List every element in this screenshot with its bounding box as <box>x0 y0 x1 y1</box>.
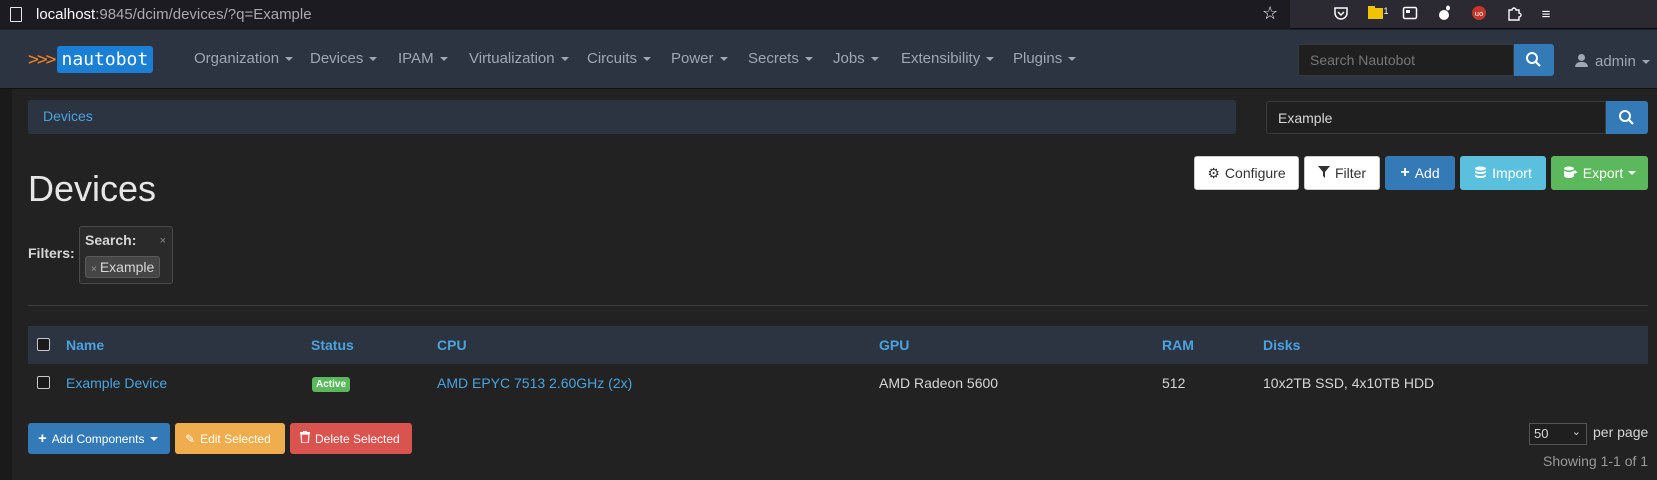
pencil-icon: ✎ <box>185 431 196 446</box>
filters-label: Filters: <box>28 245 75 261</box>
filter-button[interactable]: Filter <box>1304 156 1380 190</box>
database-export-icon <box>1563 165 1578 181</box>
page-title: Devices <box>28 168 157 209</box>
brand-chevrons: >>> <box>28 49 56 70</box>
bookmark-star-icon[interactable]: ☆ <box>1262 3 1278 24</box>
search-icon <box>1526 52 1541 67</box>
gnome-extension-icon[interactable] <box>1435 5 1455 25</box>
status-badge: Active <box>312 377 351 392</box>
nav-virtualization[interactable]: Virtualization <box>469 50 569 67</box>
caret-down-icon <box>1628 171 1637 175</box>
filter-group-title: Search: <box>85 232 137 248</box>
caret-down-icon <box>986 57 995 62</box>
per-page-label: per page <box>1593 424 1649 440</box>
nav-secrets[interactable]: Secrets <box>748 50 813 67</box>
nav-extensibility[interactable]: Extensibility <box>901 50 995 67</box>
select-all-checkbox[interactable] <box>37 338 50 351</box>
disks-cell: 10x2TB SSD, 4x10TB HDD <box>1263 375 1435 391</box>
trash-icon <box>300 431 310 446</box>
svg-text:uo: uo <box>1475 10 1484 18</box>
page-icon <box>10 7 22 22</box>
extension-badge: 1 <box>1383 6 1389 16</box>
import-button[interactable]: Import <box>1460 156 1546 190</box>
extensions-puzzle-icon[interactable] <box>1504 5 1524 25</box>
nav-jobs[interactable]: Jobs <box>833 50 879 67</box>
divider <box>28 305 1648 306</box>
add-button[interactable]: + Add <box>1385 156 1455 190</box>
database-import-icon <box>1474 165 1487 181</box>
global-search-button[interactable] <box>1514 44 1554 76</box>
brand-name: nautobot <box>56 46 154 73</box>
caret-down-icon <box>804 57 813 62</box>
plus-icon: + <box>38 430 47 447</box>
device-search-button[interactable] <box>1606 101 1648 134</box>
column-header-cpu[interactable]: CPU <box>437 337 467 353</box>
search-icon <box>1619 110 1634 125</box>
column-header-gpu[interactable]: GPU <box>879 337 909 353</box>
caret-down-icon <box>369 57 378 62</box>
export-button[interactable]: Export <box>1551 156 1648 190</box>
delete-selected-button[interactable]: Delete Selected <box>290 423 412 454</box>
column-header-ram[interactable]: RAM <box>1162 337 1194 353</box>
nav-circuits[interactable]: Circuits <box>587 50 652 67</box>
browser-toolbar: localhost:9845/dcim/devices/?q=Example ☆… <box>0 0 1657 29</box>
nav-ipam[interactable]: IPAM <box>398 50 448 67</box>
filter-icon <box>1317 165 1330 181</box>
filter-chip[interactable]: × Example <box>85 256 161 278</box>
breadcrumb-devices-link[interactable]: Devices <box>43 108 93 124</box>
device-name-link[interactable]: Example Device <box>66 375 167 391</box>
app-menu-icon[interactable]: ≡ <box>1536 5 1556 25</box>
nav-devices[interactable]: Devices <box>310 50 378 67</box>
add-components-button[interactable]: + Add Components <box>28 423 170 454</box>
caret-down-icon <box>719 57 728 62</box>
column-header-status[interactable]: Status <box>311 337 354 353</box>
caret-down-icon <box>285 57 294 62</box>
caret-down-icon <box>1068 57 1077 62</box>
remove-filter-group-icon[interactable]: × <box>160 235 166 247</box>
column-header-disks[interactable]: Disks <box>1263 337 1300 353</box>
chevron-down-icon: ⌄ <box>1571 426 1581 438</box>
user-icon <box>1575 54 1588 67</box>
caret-down-icon <box>643 57 652 62</box>
user-menu[interactable]: admin <box>1575 53 1650 70</box>
url-text[interactable]: localhost:9845/dcim/devices/?q=Example <box>36 6 312 23</box>
gpu-cell: AMD Radeon 5600 <box>879 375 999 391</box>
ram-cell: 512 <box>1162 375 1186 391</box>
gear-icon: ⚙ <box>1207 164 1220 181</box>
plus-icon: + <box>1400 164 1410 181</box>
remove-chip-icon[interactable]: × <box>91 264 97 275</box>
nav-plugins[interactable]: Plugins <box>1013 50 1077 67</box>
per-page-select[interactable]: 50 ⌄ <box>1529 423 1587 445</box>
caret-down-icon <box>439 57 448 62</box>
caret-down-icon <box>149 436 158 441</box>
breadcrumb: Devices <box>28 100 1236 134</box>
column-header-name[interactable]: Name <box>66 337 104 353</box>
container-tab-icon[interactable] <box>1400 5 1420 25</box>
cpu-link[interactable]: AMD EPYC 7513 2.60GHz (2x) <box>437 375 632 391</box>
pagination-summary: Showing 1-1 of 1 <box>1543 453 1649 469</box>
filter-group: Search: × × Example <box>79 226 173 284</box>
address-bar[interactable]: localhost:9845/dcim/devices/?q=Example ☆ <box>0 0 1290 29</box>
configure-button[interactable]: ⚙ Configure <box>1194 156 1299 190</box>
caret-down-icon <box>560 57 569 62</box>
brand-logo[interactable]: >>> nautobot <box>28 46 154 73</box>
device-search-input[interactable]: Example <box>1266 101 1606 134</box>
global-search-input[interactable]: Search Nautobot <box>1298 44 1514 76</box>
ublock-origin-icon[interactable]: uo <box>1469 5 1489 25</box>
row-select-checkbox[interactable] <box>37 376 50 389</box>
nav-organization[interactable]: Organization <box>194 50 294 67</box>
pocket-icon[interactable] <box>1331 5 1351 25</box>
table-header: Name Status CPU GPU RAM Disks <box>28 326 1648 364</box>
left-edge <box>0 30 12 480</box>
caret-down-icon <box>1641 60 1650 65</box>
caret-down-icon <box>870 57 879 62</box>
edit-selected-button[interactable]: ✎ Edit Selected <box>175 423 285 454</box>
nav-power[interactable]: Power <box>671 50 728 67</box>
